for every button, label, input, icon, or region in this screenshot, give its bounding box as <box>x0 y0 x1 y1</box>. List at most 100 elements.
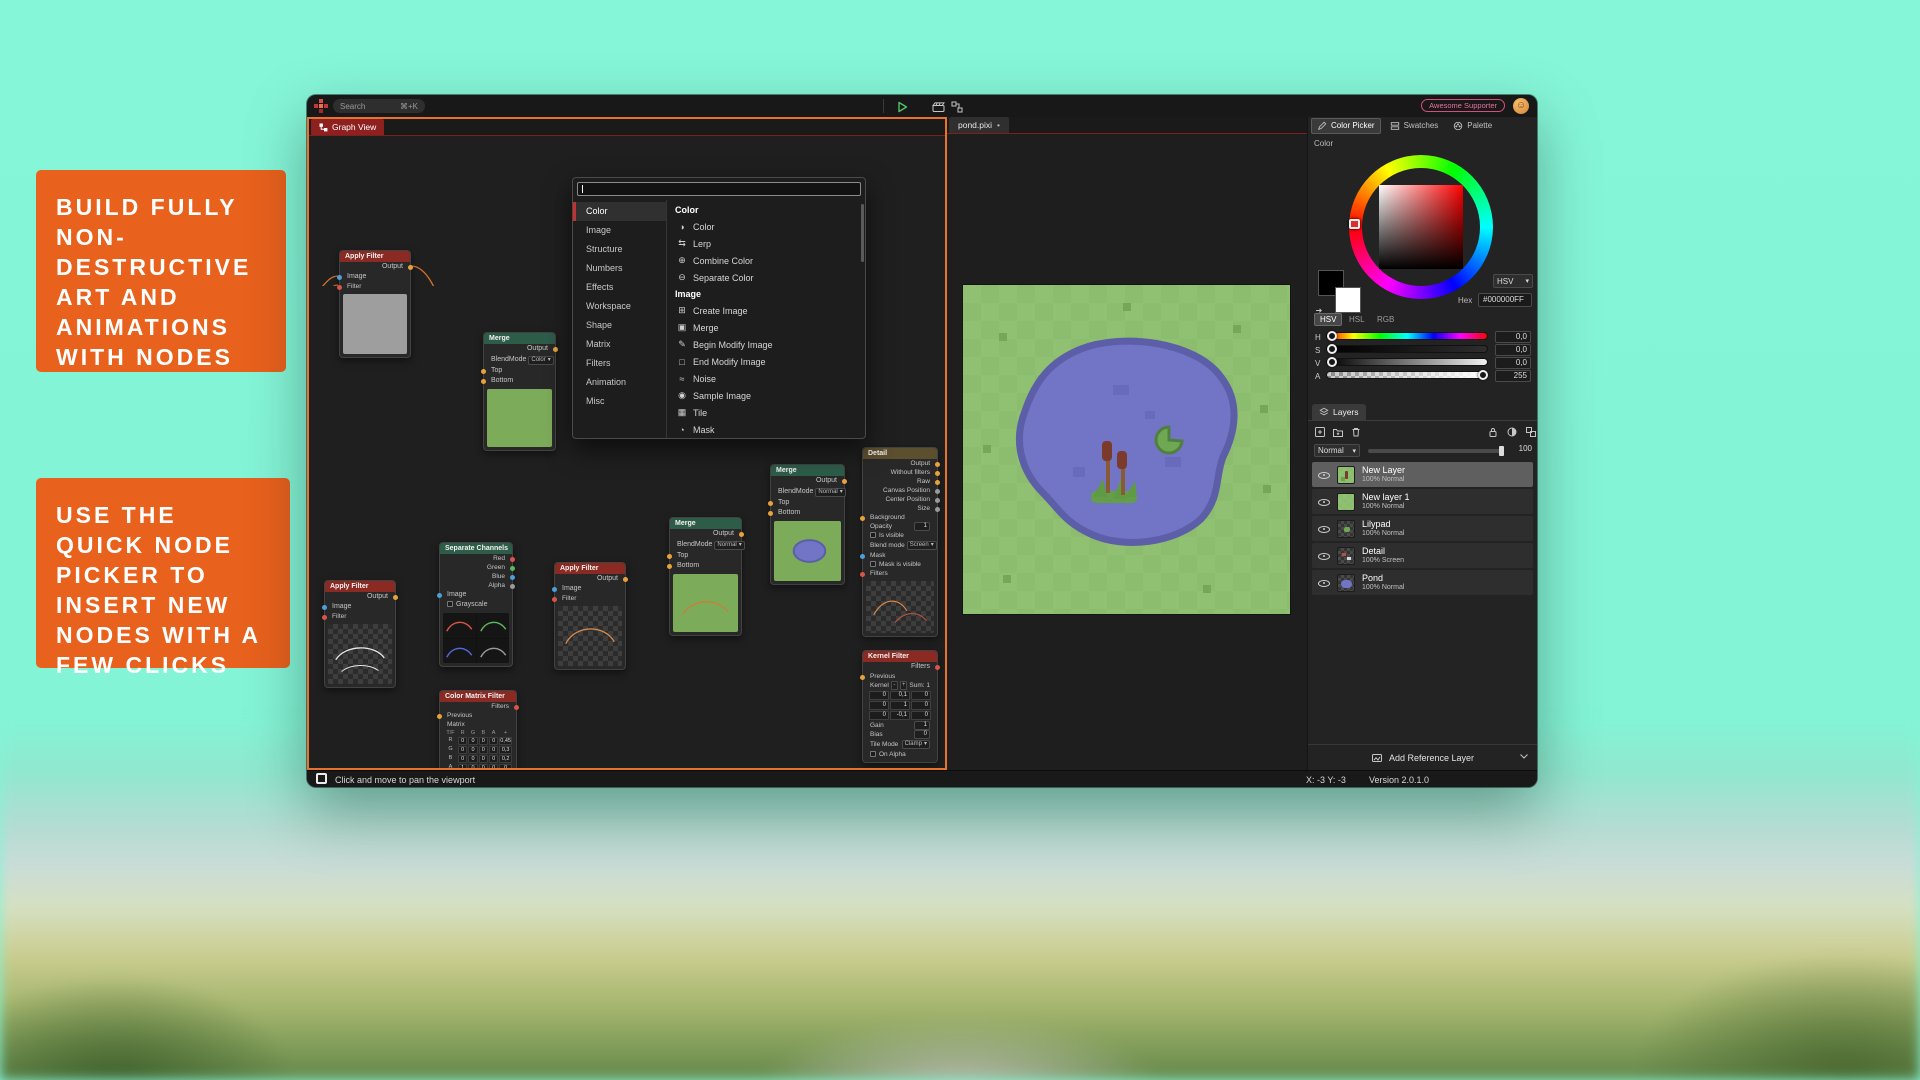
matrix-cell[interactable]: 0 <box>468 737 477 745</box>
blendmode-dropdown[interactable]: Normal▾ <box>815 488 845 497</box>
node-separate-channels[interactable]: Separate Channels Red Green Blue Alpha I… <box>439 542 513 667</box>
matrix-cell[interactable]: 0,45 <box>499 737 512 745</box>
output-port[interactable] <box>510 584 515 589</box>
hue-marker[interactable] <box>1349 219 1360 229</box>
matrix-cell[interactable]: 0 <box>489 755 498 763</box>
input-port[interactable] <box>322 605 327 610</box>
visibility-eye-icon[interactable] <box>1318 469 1330 480</box>
input-port[interactable] <box>552 587 557 592</box>
mode-button-hsl[interactable]: HSL <box>1344 313 1370 326</box>
kernel-cell[interactable]: 0,1 <box>890 691 910 700</box>
input-port[interactable] <box>768 511 773 516</box>
hue-slider[interactable] <box>1326 332 1488 340</box>
matrix-cell[interactable]: 0 <box>458 746 467 754</box>
saturation-value-field[interactable]: 0,0 <box>1495 344 1531 356</box>
color-model-dropdown[interactable]: HSV ▾ <box>1493 274 1533 288</box>
node-header[interactable]: Apply Filter <box>325 581 395 592</box>
output-port[interactable] <box>514 705 519 710</box>
on-alpha-checkbox[interactable] <box>870 751 876 757</box>
output-port[interactable] <box>393 595 398 600</box>
picker-item-combine-color[interactable]: ⊕Combine Color <box>667 252 865 269</box>
value-slider[interactable] <box>1326 358 1488 366</box>
user-avatar[interactable]: ☺ <box>1513 98 1529 114</box>
collapse-chevron-icon[interactable] <box>1519 752 1529 762</box>
document-tab-pond[interactable]: pond.pixi • <box>949 117 1009 133</box>
node-merge-1[interactable]: Merge Output BlendMode Color▾ Top Bottom <box>483 332 556 451</box>
output-port[interactable] <box>935 498 940 503</box>
picker-item-begin-modify-image[interactable]: ✎Begin Modify Image <box>667 336 865 353</box>
matrix-cell[interactable]: 0 <box>489 746 498 754</box>
node-header[interactable]: Apply Filter <box>555 563 625 574</box>
node-header[interactable]: Merge <box>484 333 555 344</box>
output-port[interactable] <box>553 347 558 352</box>
slider-knob[interactable] <box>1478 370 1488 380</box>
mask-button[interactable] <box>1506 425 1519 438</box>
input-port[interactable] <box>337 285 342 290</box>
visible-checkbox[interactable] <box>870 532 876 538</box>
picker-category-shape[interactable]: Shape <box>573 316 666 335</box>
search-input[interactable]: Search ⌘+K <box>333 99 425 113</box>
output-port[interactable] <box>510 566 515 571</box>
saturation-slider[interactable] <box>1326 345 1488 353</box>
node-header[interactable]: Kernel Filter <box>863 651 937 662</box>
kernel-cell[interactable]: 0 <box>911 691 931 700</box>
matrix-cell[interactable]: 0 <box>489 764 498 768</box>
visibility-eye-icon[interactable] <box>1318 523 1330 534</box>
tab-palette[interactable]: Palette <box>1447 118 1498 134</box>
delete-layer-button[interactable] <box>1350 425 1363 438</box>
layer-row-new-layer-1[interactable]: New layer 1100% Normal <box>1312 489 1533 514</box>
output-port[interactable] <box>935 489 940 494</box>
merge-layers-button[interactable] <box>1525 425 1537 438</box>
picker-category-structure[interactable]: Structure <box>573 240 666 259</box>
input-port[interactable] <box>322 615 327 620</box>
picker-category-filters[interactable]: Filters <box>573 354 666 373</box>
kernel-cell[interactable]: 0 <box>911 701 931 710</box>
node-graph-canvas[interactable]: Apply Filter Output Image Filter Merge O… <box>309 136 945 768</box>
input-port[interactable] <box>337 275 342 280</box>
matrix-cell[interactable]: 0 <box>499 764 512 768</box>
value-value-field[interactable]: 0,0 <box>1495 357 1531 369</box>
input-port[interactable] <box>860 572 865 577</box>
slider-knob[interactable] <box>1327 331 1337 341</box>
layer-row-new-layer[interactable]: New Layer100% Normal <box>1312 462 1533 487</box>
node-header[interactable]: Merge <box>670 518 741 529</box>
kernel-cell[interactable]: 0 <box>869 691 889 700</box>
input-port[interactable] <box>860 516 865 521</box>
output-port[interactable] <box>842 479 847 484</box>
kernel-cell[interactable]: -0,1 <box>890 711 910 720</box>
hue-color-wheel[interactable] <box>1349 155 1493 299</box>
picker-item-merge[interactable]: ▣Merge <box>667 319 865 336</box>
input-port[interactable] <box>481 369 486 374</box>
node-header[interactable]: Merge <box>771 465 844 476</box>
lock-alpha-button[interactable] <box>1487 425 1500 438</box>
picker-item-separate-color[interactable]: ⊖Separate Color <box>667 269 865 286</box>
layers-panel-header[interactable]: Layers <box>1312 404 1366 420</box>
tab-swatches[interactable]: Swatches <box>1384 118 1445 134</box>
graph-view-tab[interactable]: Graph View <box>311 119 384 135</box>
blendmode-dropdown[interactable]: Normal▾ <box>714 541 744 550</box>
picker-scrollbar[interactable] <box>861 204 864 434</box>
kernel-grow-button[interactable]: + <box>900 681 907 690</box>
matrix-cell[interactable]: 0,2 <box>499 755 512 763</box>
layer-row-lilypad[interactable]: Lilypad100% Normal <box>1312 516 1533 541</box>
node-kernel-filter[interactable]: Kernel Filter Filters Previous Kernel - … <box>862 650 938 763</box>
picker-item-noise[interactable]: ≈Noise <box>667 370 865 387</box>
matrix-cell[interactable]: 0,3 <box>499 746 512 754</box>
picker-item-lerp[interactable]: ⇆Lerp <box>667 235 865 252</box>
slider-knob[interactable] <box>1327 357 1337 367</box>
pan-mode-checkbox[interactable] <box>316 773 327 784</box>
layer-opacity-slider[interactable] <box>1368 449 1504 453</box>
add-layer-button[interactable] <box>1314 425 1327 438</box>
output-port[interactable] <box>510 575 515 580</box>
picker-item-tile[interactable]: ▦Tile <box>667 404 865 421</box>
matrix-cell[interactable]: 0 <box>479 746 488 754</box>
render-clapperboard-icon[interactable] <box>932 100 945 118</box>
input-port[interactable] <box>667 564 672 569</box>
kernel-cell[interactable]: 1 <box>890 701 910 710</box>
picker-category-matrix[interactable]: Matrix <box>573 335 666 354</box>
matrix-cell[interactable]: 0 <box>458 737 467 745</box>
input-port[interactable] <box>437 593 442 598</box>
input-port[interactable] <box>437 714 442 719</box>
matrix-cell[interactable]: 0 <box>468 755 477 763</box>
picker-category-effects[interactable]: Effects <box>573 278 666 297</box>
